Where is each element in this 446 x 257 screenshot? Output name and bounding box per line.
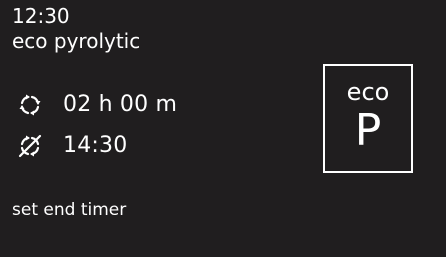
hint-text: set end timer bbox=[12, 200, 127, 220]
mode-badge-letter: P bbox=[354, 105, 382, 156]
mode-badge-label: eco bbox=[346, 78, 390, 106]
clock-time: 12:30 bbox=[12, 4, 70, 28]
end-time-row[interactable]: 14:30 bbox=[17, 131, 127, 161]
duration-row[interactable]: 02 h 00 m bbox=[17, 90, 177, 120]
end-time-value: 14:30 bbox=[63, 133, 128, 158]
program-name: eco pyrolytic bbox=[12, 29, 141, 53]
end-time-crossed-icon bbox=[17, 133, 43, 159]
oven-display: 12:30 eco pyrolytic 02 h 00 m 14:30 set … bbox=[0, 0, 446, 257]
eco-pyrolytic-badge: eco P bbox=[323, 64, 413, 173]
duration-cycle-icon bbox=[17, 92, 43, 118]
duration-value: 02 h 00 m bbox=[63, 92, 178, 117]
